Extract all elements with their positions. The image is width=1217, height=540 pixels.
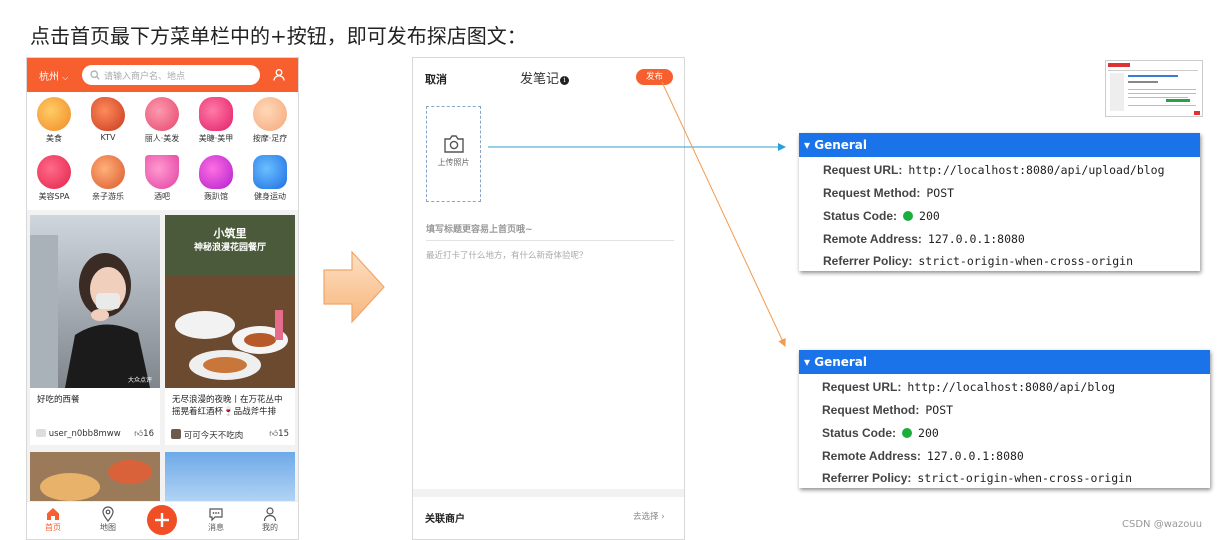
remote-address-row: Remote Address: 127.0.0.1:8080 xyxy=(822,449,1024,463)
remote-address-row: Remote Address: 127.0.0.1:8080 xyxy=(823,232,1025,246)
watermark: CSDN @wazouu xyxy=(1122,519,1203,530)
caret-down-icon: ▾ xyxy=(804,355,811,369)
referrer-policy-row: Referrer Policy: strict-origin-when-cross… xyxy=(823,254,1134,268)
request-method-row: Request Method: POST xyxy=(822,403,954,417)
thumbnail-image xyxy=(1108,63,1200,115)
status-ok-icon xyxy=(902,428,913,438)
caret-down-icon: ▾ xyxy=(804,138,811,152)
request-url-row: Request URL: http://localhost:8080/api/up… xyxy=(823,163,1165,177)
general-section-header[interactable]: ▾ General xyxy=(799,133,1200,157)
status-code-row: Status Code: 200 xyxy=(822,426,939,440)
status-code-row: Status Code: 200 xyxy=(823,209,940,223)
request-url-row: Request URL: http://localhost:8080/api/bl… xyxy=(822,380,1116,394)
referrer-policy-row: Referrer Policy: strict-origin-when-cross… xyxy=(822,471,1133,485)
request-panel-blog: ▾ General Request URL: http://localhost:8… xyxy=(799,350,1210,488)
screenshot-thumbnail xyxy=(1105,60,1203,117)
request-method-row: Request Method: POST xyxy=(823,186,955,200)
general-section-header[interactable]: ▾ General xyxy=(799,350,1210,374)
request-panel-upload: ▾ General Request URL: http://localhost:8… xyxy=(799,133,1200,271)
status-ok-icon xyxy=(903,211,914,221)
